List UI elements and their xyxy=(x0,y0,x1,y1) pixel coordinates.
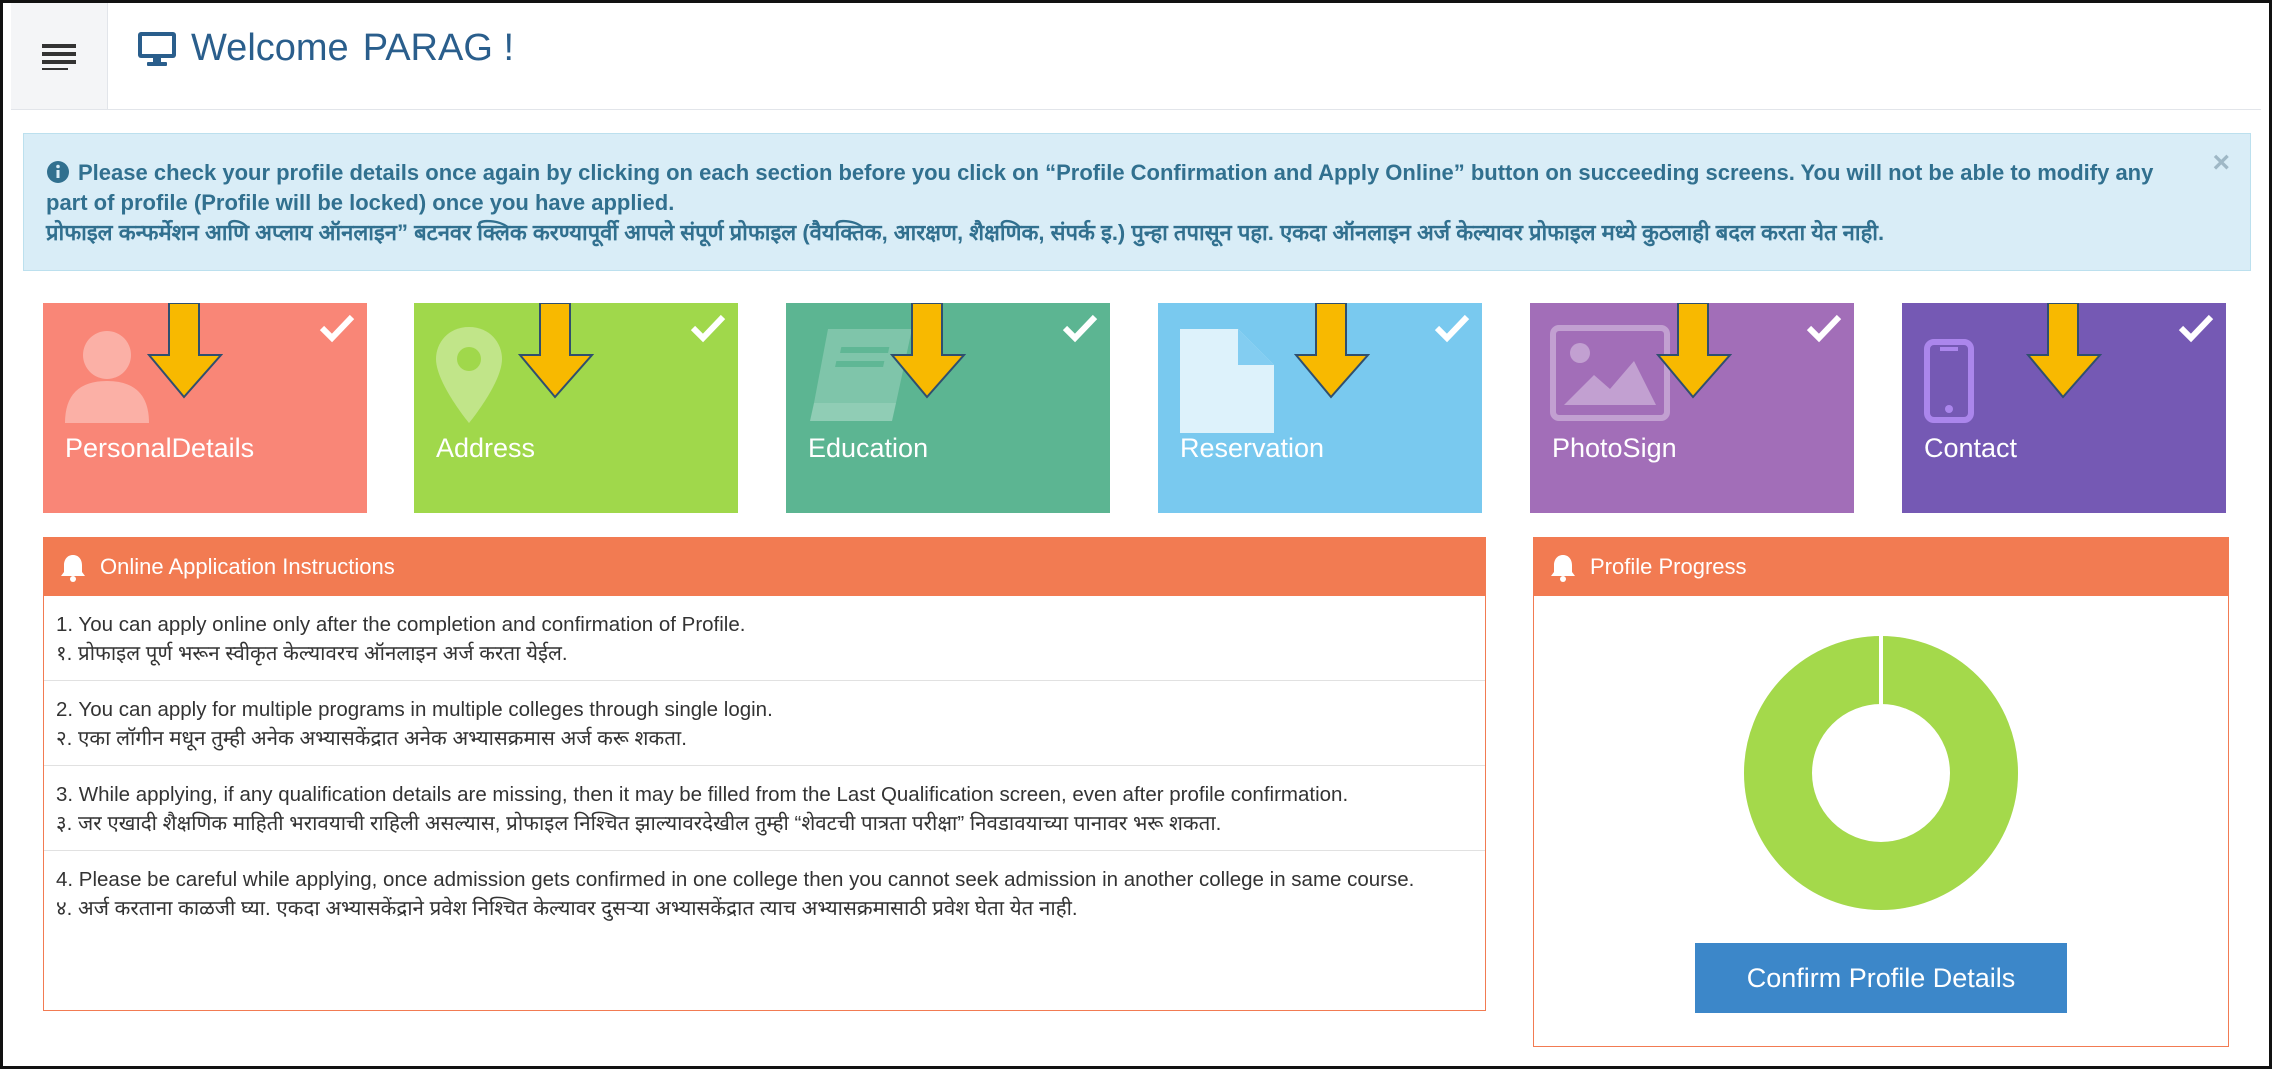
info-circle-icon xyxy=(47,161,69,183)
instruction-marathi: ३. जर एखादी शैक्षणिक माहिती भरावयाची राह… xyxy=(56,812,1222,835)
tile-label: Reservation xyxy=(1180,433,1325,463)
page-title: Welcome PARAG ! xyxy=(137,27,514,70)
bell-icon xyxy=(1551,555,1575,582)
instruction-marathi: १. प्रोफाइल पूर्ण भरून स्वीकृत केल्यावरच… xyxy=(56,642,568,665)
map-pin-icon xyxy=(436,327,502,423)
instruction-english: 3. While applying, if any qualification … xyxy=(56,783,1349,806)
tile-label: Contact xyxy=(1924,433,2018,463)
instruction-english: 2. You can apply for multiple programs i… xyxy=(56,698,773,721)
instruction-english: 1. You can apply online only after the c… xyxy=(56,613,746,636)
image-icon xyxy=(1550,325,1670,421)
tile-photo-sign[interactable]: PhotoSign xyxy=(1530,303,1854,513)
down-arrow-icon xyxy=(518,303,594,399)
welcome-prefix: Welcome xyxy=(191,27,349,69)
instruction-item: 2. You can apply for multiple programs i… xyxy=(44,681,1485,766)
confirm-profile-details-button[interactable]: Confirm Profile Details xyxy=(1695,943,2067,1013)
tile-personal-details[interactable]: PersonalDetails xyxy=(43,303,367,513)
user-name: PARAG ! xyxy=(362,27,515,69)
instruction-item: 4. Please be careful while applying, onc… xyxy=(44,851,1485,935)
instructions-title: Online Application Instructions xyxy=(100,554,395,579)
tile-contact[interactable]: Contact xyxy=(1902,303,2226,513)
hamburger-icon xyxy=(42,44,76,70)
down-arrow-icon xyxy=(1294,303,1370,399)
menu-toggle-button[interactable] xyxy=(11,3,108,109)
progress-title: Profile Progress xyxy=(1590,554,1747,579)
mobile-phone-icon xyxy=(1924,339,1974,423)
tile-label: Education xyxy=(808,433,929,463)
check-icon xyxy=(1434,314,1470,343)
tile-label: PersonalDetails xyxy=(65,433,255,463)
app-frame: Welcome PARAG ! Please check your profil… xyxy=(0,0,2272,1069)
tile-label: PhotoSign xyxy=(1552,433,1677,463)
progress-donut-chart xyxy=(1744,632,2018,910)
down-arrow-icon xyxy=(147,303,223,399)
instruction-item: 3. While applying, if any qualification … xyxy=(44,766,1485,851)
alert-close-button[interactable]: × xyxy=(2212,148,2230,178)
down-arrow-icon xyxy=(2026,303,2102,399)
instruction-item: 1. You can apply online only after the c… xyxy=(44,596,1485,681)
progress-header: Profile Progress xyxy=(1534,538,2228,596)
tile-reservation[interactable]: Reservation xyxy=(1158,303,1482,513)
instructions-panel: Online Application Instructions 1. You c… xyxy=(43,537,1486,1011)
check-icon xyxy=(1806,314,1842,343)
instruction-marathi: २. एका लॉगीन मधून तुम्ही अनेक अभ्यासकेंद… xyxy=(56,727,687,750)
instructions-header: Online Application Instructions xyxy=(44,538,1485,596)
profile-check-alert: Please check your profile details once a… xyxy=(23,133,2251,271)
desktop-icon xyxy=(138,31,176,66)
user-icon xyxy=(65,331,149,423)
bell-icon xyxy=(61,555,85,582)
alert-marathi-text: प्रोफाइल कन्फर्मेशन आणि अप्लाय ऑनलाइन” ब… xyxy=(46,220,1885,245)
instruction-english: 4. Please be careful while applying, onc… xyxy=(56,868,1415,891)
check-icon xyxy=(690,314,726,343)
down-arrow-icon xyxy=(890,303,966,399)
down-arrow-icon xyxy=(1656,303,1732,399)
check-icon xyxy=(2178,314,2214,343)
tile-address[interactable]: Address xyxy=(414,303,738,513)
check-icon xyxy=(319,314,355,343)
tile-education[interactable]: Education xyxy=(786,303,1110,513)
top-bar: Welcome PARAG ! xyxy=(11,3,2261,110)
document-icon xyxy=(1180,329,1274,433)
tile-label: Address xyxy=(436,433,536,463)
instruction-marathi: ४. अर्ज करताना काळजी घ्या. एकदा अभ्यासके… xyxy=(56,897,1078,920)
alert-english-text: Please check your profile details once a… xyxy=(46,160,2154,215)
check-icon xyxy=(1062,314,1098,343)
